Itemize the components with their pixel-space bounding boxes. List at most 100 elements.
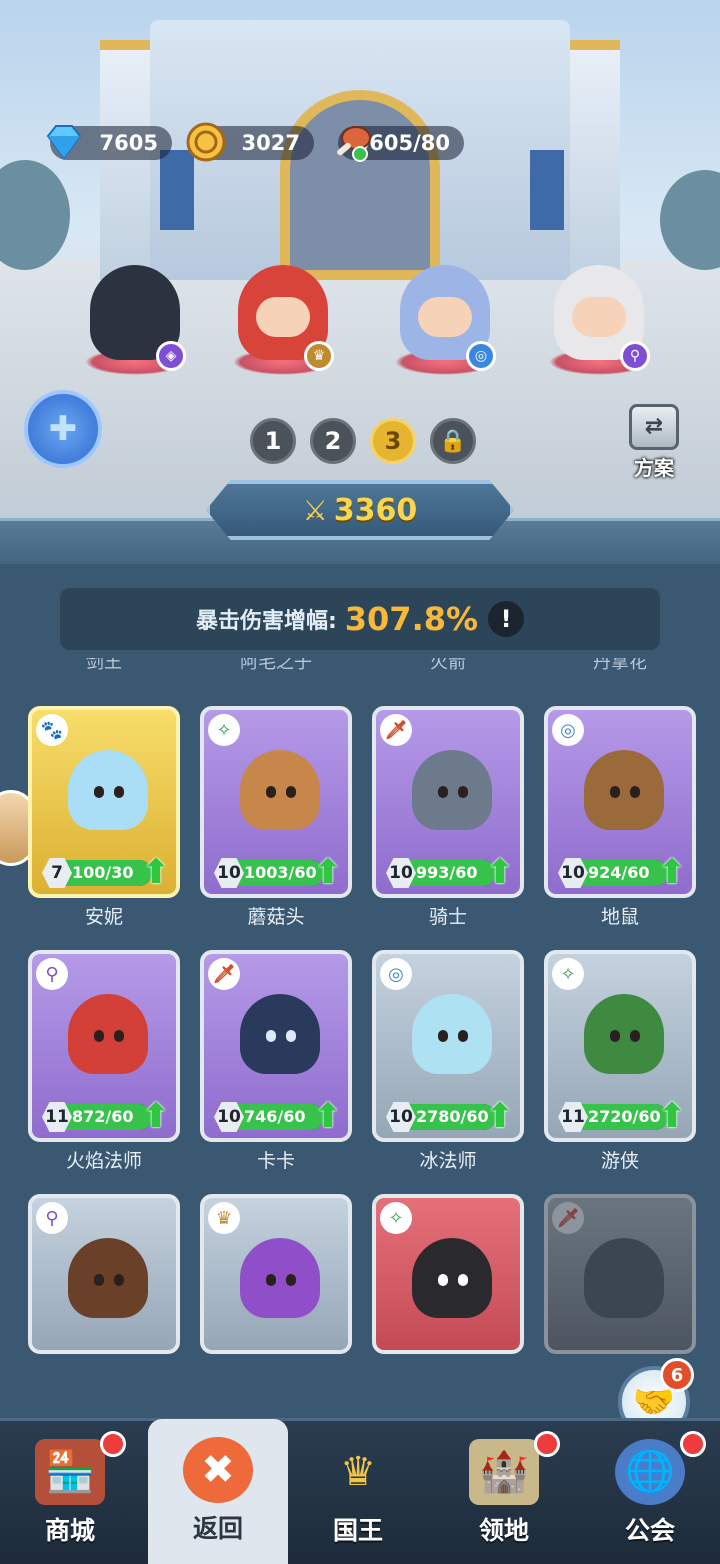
hero-card-locked[interactable]: 🗡 — [544, 1194, 696, 1354]
hero-name: 火箭 — [430, 658, 466, 673]
hero-portrait — [240, 994, 320, 1074]
hero-name: 地鼠 — [600, 906, 639, 928]
team-slot-3[interactable]: 3 — [370, 418, 416, 464]
castle-tower-icon: 🏰 — [469, 1439, 539, 1505]
power-value: 3360 — [333, 492, 418, 528]
hero-card-knight[interactable]: 🗡 993/60 10 ⬆ — [372, 706, 524, 898]
hero-card-wolf[interactable]: ✧ — [372, 1194, 524, 1354]
hero-eye — [438, 1274, 448, 1286]
hero-card-annie[interactable]: 🐾 100/30 7 ⬆ — [28, 706, 180, 898]
food-counter[interactable]: 5605/80 — [337, 126, 464, 162]
crit-value: 307.8% — [344, 600, 479, 638]
team-hero-4[interactable]: ⚲ — [534, 255, 664, 375]
hero-portrait — [240, 1238, 320, 1318]
sword-class-icon: 🗡 — [208, 958, 240, 990]
team-slot-1[interactable]: 1 — [250, 418, 296, 464]
hero-name: 蘑菇头 — [247, 906, 305, 928]
nav-king[interactable]: ♛ 国王 — [288, 1421, 428, 1564]
coin-value: 3027 — [241, 131, 300, 155]
nav-label: 公会 — [624, 1516, 675, 1545]
team-hero-2[interactable]: ♛ — [218, 255, 348, 375]
nav-label: 国王 — [332, 1516, 383, 1545]
gem-value: 7605 — [99, 131, 158, 155]
hero-card-mole[interactable]: ◎ 924/60 10 ⬆ — [544, 706, 696, 898]
hero-face — [572, 297, 626, 337]
hero-eye — [94, 1274, 104, 1286]
class-badge-icon: ⚲ — [620, 341, 650, 371]
gem-counter[interactable]: 7605 — [46, 125, 172, 160]
globe-icon: 🌐 — [615, 1439, 685, 1505]
upgrade-arrow-icon[interactable]: ⬆ — [312, 1098, 344, 1134]
hero-card-priest[interactable]: ♛ — [200, 1194, 352, 1354]
hero-card-kaka[interactable]: 🗡 746/60 10 ⬆ — [200, 950, 352, 1142]
upgrade-arrow-icon[interactable]: ⬆ — [140, 854, 172, 890]
hero-eye — [438, 786, 448, 798]
coin-counter[interactable]: 3027 — [186, 122, 314, 162]
nav-shop[interactable]: 🏪 商城 — [0, 1421, 140, 1564]
meat-icon — [337, 126, 371, 162]
notification-dot — [100, 1431, 126, 1457]
hero-eye — [286, 1274, 296, 1286]
close-icon: ✖ — [183, 1437, 253, 1503]
hero-name: 剑王 — [86, 658, 122, 673]
nav-back[interactable]: ✖ 返回 — [148, 1419, 288, 1564]
notification-count: 6 — [660, 1358, 694, 1392]
castle-banner — [530, 150, 564, 230]
hero-eye — [458, 786, 468, 798]
hero-name: 火焰法师 — [65, 1150, 142, 1172]
upgrade-arrow-icon[interactable]: ⬆ — [656, 854, 688, 890]
hero-eye — [458, 1274, 468, 1286]
hero-portrait — [68, 994, 148, 1074]
hero-eye — [630, 786, 640, 798]
team-hero-3[interactable]: ◎ — [380, 255, 510, 375]
hero-name: 游侠 — [600, 1150, 639, 1172]
upgrade-arrow-icon[interactable]: ⬆ — [656, 1098, 688, 1134]
gem-icon — [46, 125, 82, 160]
team-hero-1[interactable]: ◈ — [70, 255, 200, 375]
hero-portrait — [412, 994, 492, 1074]
gamepad-icon: ✚ — [48, 409, 78, 449]
crown-class-icon: ♛ — [208, 1202, 240, 1234]
hero-portrait — [584, 994, 664, 1074]
hero-portrait — [68, 1238, 148, 1318]
info-button[interactable]: ! — [488, 601, 525, 637]
plan-button[interactable]: ⇄ 方案 — [626, 404, 682, 481]
nav-territory[interactable]: 🏰 领地 — [434, 1421, 574, 1564]
upgrade-arrow-icon[interactable]: ⬆ — [484, 854, 516, 890]
hero-portrait — [412, 1238, 492, 1318]
nav-label: 商城 — [44, 1516, 95, 1545]
hero-eye — [114, 1030, 124, 1042]
team-slot-2[interactable]: 2 — [310, 418, 356, 464]
hero-name: 卡卡 — [256, 1150, 295, 1172]
team-slot-locked[interactable]: 🔒 — [430, 418, 476, 464]
class-badge-icon: ◈ — [156, 341, 186, 371]
hero-card-fire-mage[interactable]: ⚲ 872/60 11 ⬆ — [28, 950, 180, 1142]
hero-card-bomber[interactable]: ⚲ — [28, 1194, 180, 1354]
nav-label: 返回 — [192, 1514, 243, 1543]
hero-name: 阿毛之子 — [240, 658, 312, 673]
hero-card-ice-mage[interactable]: ◎ 2780/60 10 ⬆ — [372, 950, 524, 1142]
hero-eye — [458, 1030, 468, 1042]
hero-portrait — [412, 750, 492, 830]
notification-dot — [680, 1431, 706, 1457]
upgrade-arrow-icon[interactable]: ⬆ — [312, 854, 344, 890]
hero-name: 安妮 — [84, 906, 123, 928]
hero-eye — [630, 1030, 640, 1042]
gamepad-button[interactable]: ✚ — [24, 390, 102, 468]
scrolled-hero-names: 剑王 阿毛之子 火箭 丹拿花 — [0, 658, 720, 680]
tree-decoration — [660, 170, 720, 270]
hero-card-mushroom[interactable]: ✧ 1003/60 10 ⬆ — [200, 706, 352, 898]
hero-eye — [266, 786, 276, 798]
hero-face — [418, 297, 472, 337]
hero-eye — [266, 1030, 276, 1042]
tree-decoration — [0, 160, 70, 270]
upgrade-arrow-icon[interactable]: ⬆ — [484, 1098, 516, 1134]
upgrade-arrow-icon[interactable]: ⬆ — [140, 1098, 172, 1134]
nav-guild[interactable]: 🌐 公会 — [580, 1421, 720, 1564]
hero-eye — [286, 786, 296, 798]
hero-card-ranger[interactable]: ✧ 2720/60 11 ⬆ — [544, 950, 696, 1142]
power-display: ⚔ 3360 — [206, 480, 514, 540]
hero-portrait — [240, 750, 320, 830]
hero-name: 丹拿花 — [593, 658, 647, 673]
sword-class-icon: 🗡 — [552, 1202, 584, 1234]
